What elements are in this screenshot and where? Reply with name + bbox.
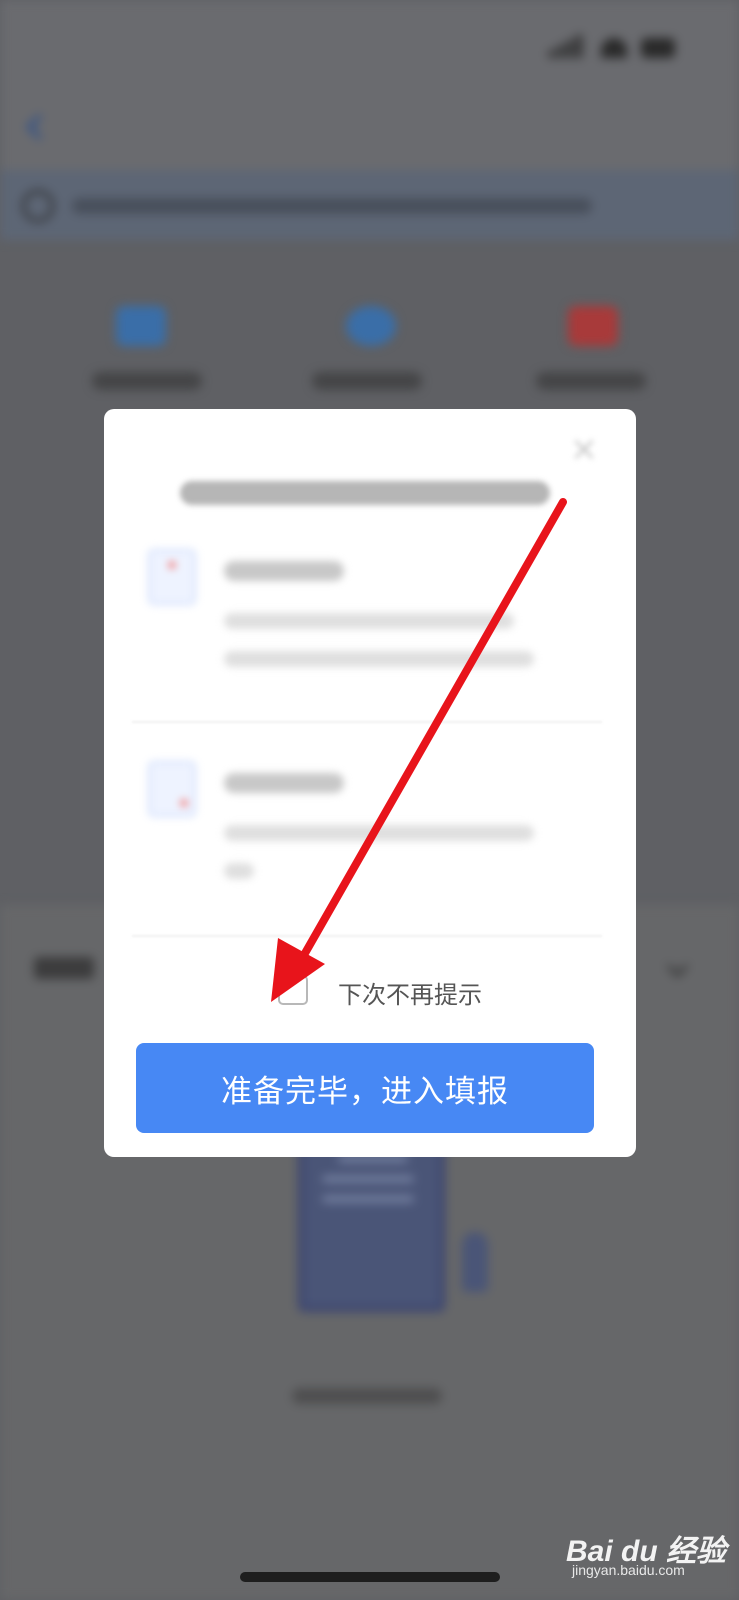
watermark-url: jingyan.baidu.com [572, 1562, 685, 1578]
document-icon [148, 549, 196, 605]
modal-title-placeholder [180, 481, 550, 505]
navigation-bar [0, 100, 739, 170]
empty-state-caption-placeholder [292, 1388, 442, 1404]
divider [132, 721, 602, 723]
category-icon-3[interactable] [568, 306, 618, 346]
dont-show-again-label[interactable]: 下次不再提示 [338, 975, 482, 1010]
preparation-modal: × 下次不再提示 准备完毕，进入填报 [104, 409, 636, 1157]
empty-state-illustration [298, 1140, 445, 1312]
home-indicator [240, 1572, 500, 1582]
divider [132, 935, 602, 937]
status-icons [549, 34, 679, 58]
notice-bar [0, 170, 739, 240]
notice-text-placeholder [72, 198, 592, 214]
dont-show-again-checkbox[interactable] [278, 975, 308, 1005]
ready-enter-filing-button[interactable]: 准备完毕，进入填报 [136, 1043, 594, 1133]
status-bar [0, 0, 739, 100]
back-chevron-icon[interactable] [26, 114, 52, 140]
section-heading-placeholder [34, 957, 94, 979]
document-icon [148, 761, 196, 817]
category-icon-2[interactable] [346, 306, 396, 346]
close-icon[interactable]: × [566, 431, 602, 467]
info-icon [22, 190, 54, 222]
category-icon-1[interactable] [116, 306, 166, 346]
illustration-person [462, 1232, 488, 1292]
chevron-down-icon[interactable] [666, 955, 689, 978]
